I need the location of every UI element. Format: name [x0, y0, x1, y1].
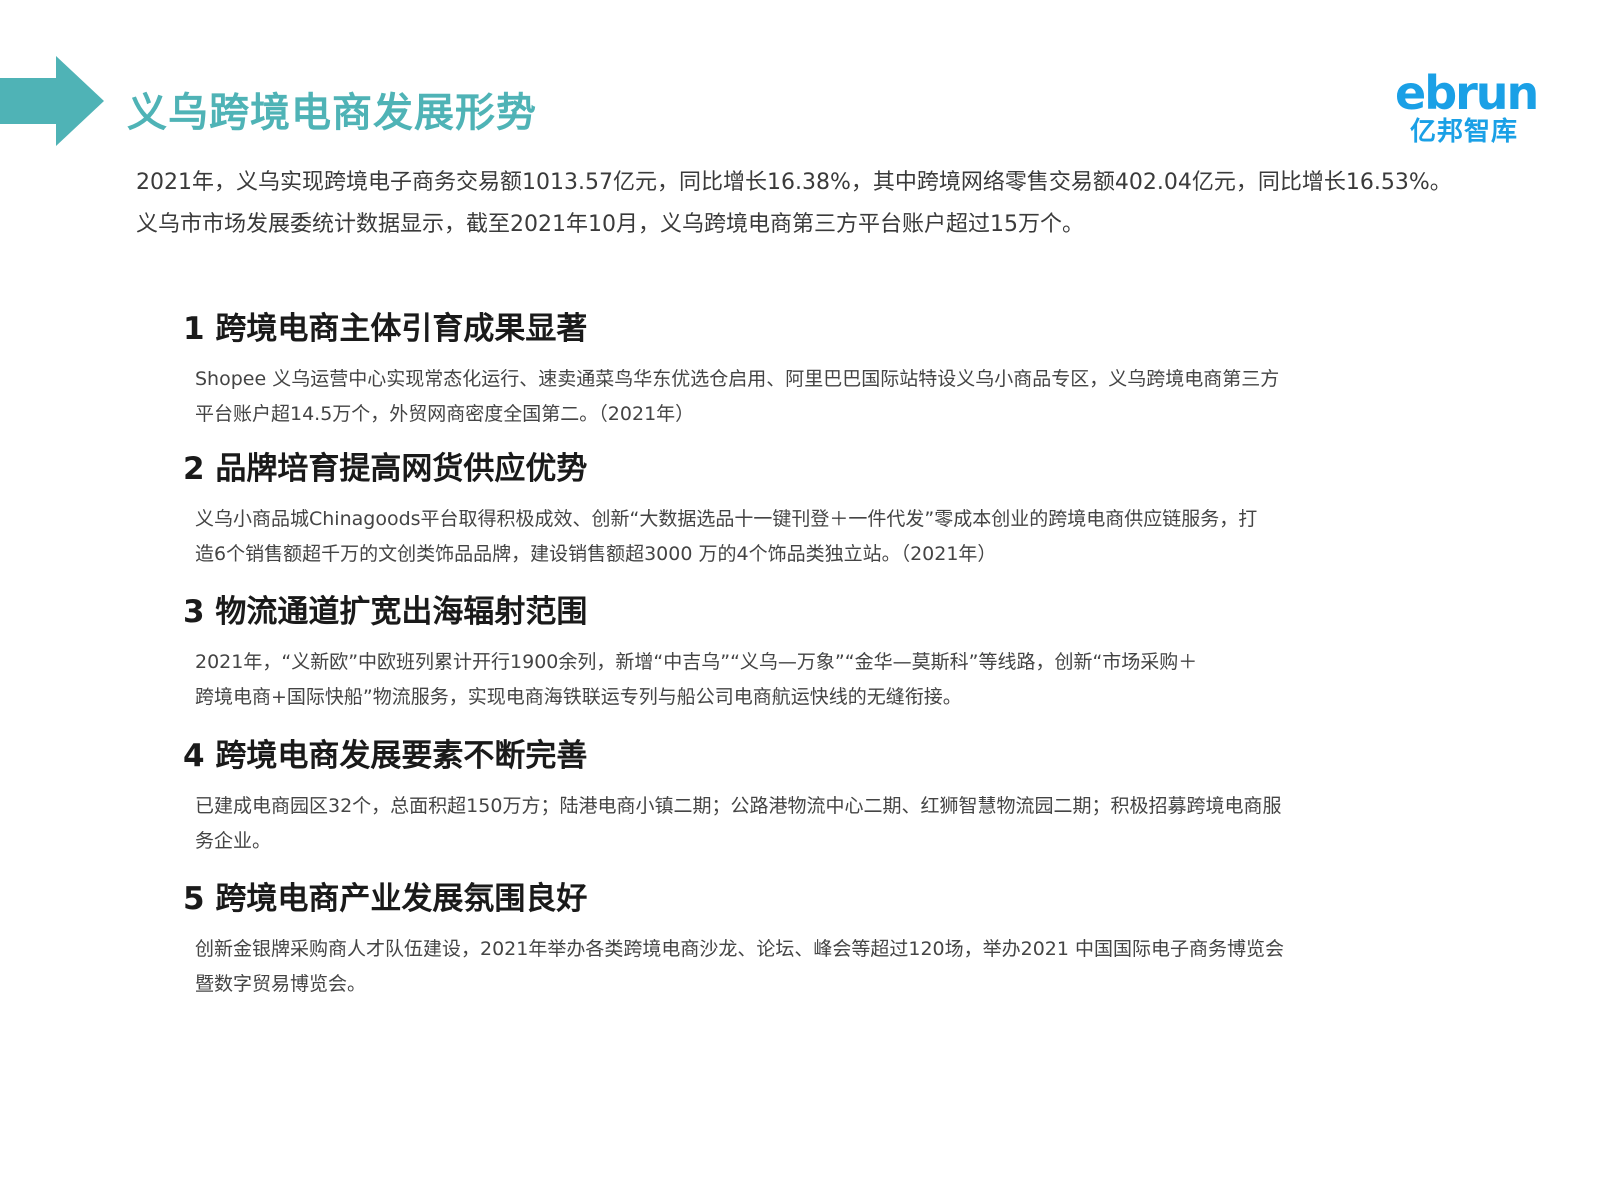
section-heading: 1 跨境电商主体引育成果显著 — [183, 311, 588, 347]
section-body: 义乌小商品城Chinagoods平台取得积极成效、创新“大数据选品十一键刊登＋一… — [195, 502, 1355, 572]
section-body: 已建成电商园区32个，总面积超150万方；陆港电商小镇二期；公路港物流中心二期、… — [195, 789, 1355, 859]
section-4: 4 跨境电商发展要素不断完善 已建成电商园区32个，总面积超150万方；陆港电商… — [183, 733, 1363, 859]
section-body-line: 已建成电商园区32个，总面积超150万方；陆港电商小镇二期；公路港物流中心二期、… — [195, 795, 1282, 817]
intro-paragraph: 2021年，义乌实现跨境电子商务交易额1013.57亿元，同比增长16.38%，… — [136, 162, 1556, 246]
intro-line: 2021年，义乌实现跨境电子商务交易额1013.57亿元，同比增长16.38%，… — [136, 170, 1452, 195]
section-body-line: Shopee 义乌运营中心实现常态化运行、速卖通菜鸟华东优选仓启用、阿里巴巴国际… — [195, 368, 1280, 390]
section-body: 2021年，“义新欧”中欧班列累计开行1900余列，新增“中吉乌”“义乌—万象”… — [195, 645, 1355, 715]
section-body-line: 暨数字贸易博览会。 — [195, 973, 367, 995]
ebrun-logo: ebrun 亿邦智库 — [1395, 66, 1539, 148]
section-body: Shopee 义乌运营中心实现常态化运行、速卖通菜鸟华东优选仓启用、阿里巴巴国际… — [195, 362, 1355, 432]
section-heading: 2 品牌培育提高网货供应优势 — [183, 451, 588, 487]
section-body-line: 造6个销售额超千万的文创类饰品品牌，建设销售额超3000 万的4个饰品类独立站。… — [195, 543, 997, 565]
arrow-right-icon — [0, 56, 104, 146]
section-5: 5 跨境电商产业发展氛围良好 创新金银牌采购商人才队伍建设，2021年举办各类跨… — [183, 876, 1363, 1002]
section-body-line: 2021年，“义新欧”中欧班列累计开行1900余列，新增“中吉乌”“义乌—万象”… — [195, 651, 1198, 673]
section-1: 1 跨境电商主体引育成果显著 Shopee 义乌运营中心实现常态化运行、速卖通菜… — [183, 306, 1363, 432]
section-body-line: 跨境电商+国际快船”物流服务，实现电商海铁联运专列与船公司电商航运快线的无缝衔接… — [195, 686, 962, 708]
section-body: 创新金银牌采购商人才队伍建设，2021年举办各类跨境电商沙龙、论坛、峰会等超过1… — [195, 932, 1355, 1002]
section-body-line: 务企业。 — [195, 830, 272, 852]
logo-word: ebrun — [1395, 66, 1539, 120]
section-body-line: 平台账户超14.5万个，外贸网商密度全国第二。（2021年） — [195, 403, 695, 425]
section-2: 2 品牌培育提高网货供应优势 义乌小商品城Chinagoods平台取得积极成效、… — [183, 446, 1363, 572]
section-body-line: 义乌小商品城Chinagoods平台取得积极成效、创新“大数据选品十一键刊登＋一… — [195, 508, 1258, 530]
page-title: 义乌跨境电商发展形势 — [127, 90, 537, 136]
logo-cn: 亿邦智库 — [1409, 117, 1518, 147]
section-heading: 5 跨境电商产业发展氛围良好 — [183, 881, 588, 917]
section-body-line: 创新金银牌采购商人才队伍建设，2021年举办各类跨境电商沙龙、论坛、峰会等超过1… — [195, 938, 1285, 960]
intro-line: 义乌市市场发展委统计数据显示，截至2021年10月，义乌跨境电商第三方平台账户超… — [136, 212, 1084, 237]
section-heading: 4 跨境电商发展要素不断完善 — [183, 738, 588, 774]
section-heading: 3 物流通道扩宽出海辐射范围 — [183, 594, 588, 630]
section-3: 3 物流通道扩宽出海辐射范围 2021年，“义新欧”中欧班列累计开行1900余列… — [183, 589, 1363, 715]
